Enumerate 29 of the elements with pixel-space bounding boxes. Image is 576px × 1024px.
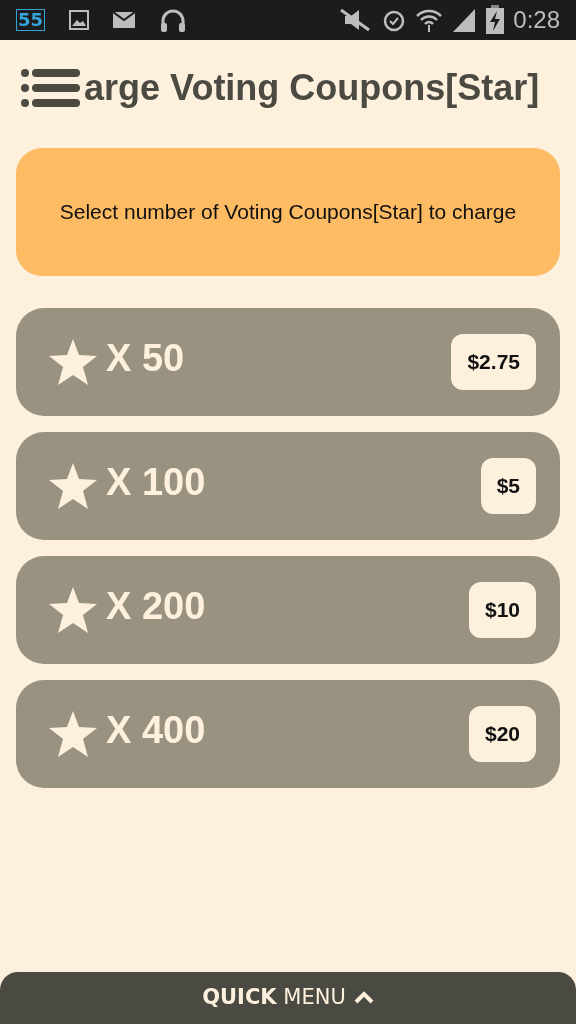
star-icon <box>48 338 98 386</box>
package-option[interactable]: X 200 $10 <box>16 556 560 664</box>
price-tag: $10 <box>468 582 536 638</box>
quantity-label: X 400 <box>106 707 206 753</box>
battery-charging-icon <box>485 5 506 35</box>
signal-icon <box>451 7 478 33</box>
page-title: arge Voting Coupons[Star] <box>84 66 540 110</box>
package-option[interactable]: X 50 $2.75 <box>16 308 560 416</box>
notice-text: Select number of Voting Coupons[Star] to charge <box>59 200 517 224</box>
chevron-up-icon <box>353 991 374 1005</box>
mail-icon <box>113 12 136 28</box>
price-tag: $20 <box>468 706 536 762</box>
quantity-label: X 200 <box>106 583 206 629</box>
headphones-icon <box>159 7 188 33</box>
star-icon <box>48 710 98 758</box>
package-option[interactable]: X 400 $20 <box>16 680 560 788</box>
picture-icon <box>69 10 90 30</box>
quantity-label: X 100 <box>106 459 206 505</box>
quick-menu-button[interactable]: QUICK MENU <box>0 972 576 1024</box>
star-icon <box>48 586 98 634</box>
notification-count: 55 <box>16 9 46 31</box>
package-option[interactable]: X 100 $5 <box>16 432 560 540</box>
menu-icon[interactable] <box>20 68 80 108</box>
quantity-label: X 50 <box>106 335 185 381</box>
price-tag: $2.75 <box>451 334 536 390</box>
price-tag: $5 <box>480 458 536 514</box>
star-icon <box>48 462 98 510</box>
wifi-icon <box>415 7 444 33</box>
clock-time: 0:28 <box>513 5 560 35</box>
